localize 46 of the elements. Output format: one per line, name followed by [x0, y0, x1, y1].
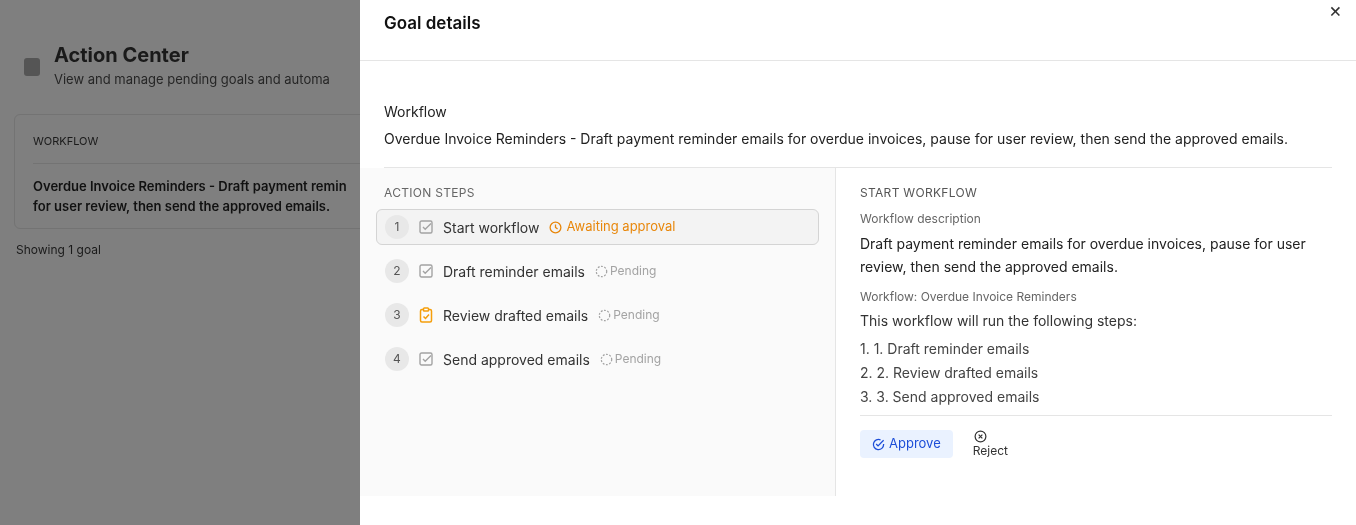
status-text: Pending [614, 350, 662, 368]
status-text: Pending [610, 262, 657, 280]
checkbox-icon [419, 220, 433, 234]
dashed-circle-icon [599, 352, 613, 366]
step-item[interactable]: 2 Draft reminder emails Pending [376, 253, 819, 289]
step-list-item: 3. 3. Send approved emails [860, 387, 1041, 407]
description-text: Draft payment reminder emails for overdue invoices, pause for user review, then send the approved emails. [860, 234, 1307, 277]
step-label: Start workflow [443, 217, 540, 238]
status-text: Pending [613, 306, 660, 324]
step-list-item: 1. 1. Draft reminder emails [860, 339, 1031, 359]
dashed-circle-icon [598, 308, 612, 322]
step-number: 2 [385, 259, 409, 283]
table-cell-text: Overdue Invoice Reminders - Draft payment remin for user review, then send the approved emails. [33, 176, 348, 216]
step-number: 3 [385, 303, 409, 327]
clock-icon [549, 220, 563, 234]
close-button[interactable]: × [1328, 0, 1342, 20]
approve-button[interactable]: Approve [860, 430, 953, 458]
step-item[interactable]: 4 Send approved emails Pending [376, 341, 819, 377]
check-circle-icon [872, 437, 885, 451]
status-text: Awaiting approval [566, 217, 676, 237]
step-item[interactable]: 1 Start workflow Awaiting approval [376, 209, 819, 245]
clipboard-check-icon [419, 307, 433, 323]
section-heading: ACTION STEPS [383, 184, 476, 202]
field-label: Workflow description [860, 210, 982, 228]
dialog-title: Goal details [384, 12, 481, 35]
section-label: Workflow [384, 102, 448, 122]
step-label: Draft reminder emails [443, 261, 585, 282]
step-number: 1 [385, 215, 409, 239]
checkbox-icon [419, 352, 433, 366]
step-label: Review drafted emails [443, 305, 589, 326]
dashed-circle-icon [595, 264, 608, 278]
step-list-item: 2. 2. Review drafted emails [860, 363, 1040, 383]
x-circle-icon [973, 430, 987, 443]
column-header: WORKFLOW [33, 133, 99, 148]
page-title: Action Center [54, 42, 190, 69]
section-heading: START WORKFLOW [860, 184, 979, 202]
step-label: Send approved emails [443, 349, 590, 370]
checkbox-icon [419, 264, 433, 278]
step-item[interactable]: 3 Review drafted emails Pending [376, 297, 819, 333]
field-label: Workflow: Overdue Invoice Reminders [860, 288, 1078, 306]
page-subtitle: View and manage pending goals and automa [54, 70, 330, 89]
step-number: 4 [385, 347, 409, 371]
result-count: Showing 1 goal [16, 240, 102, 259]
reject-button[interactable]: Reject [972, 430, 1008, 459]
workflow-description: Overdue Invoice Reminders - Draft payment reminder emails for overdue invoices, pause for user review, then send the approved emails. [384, 129, 1289, 149]
intro-text: This workflow will run the following steps: [860, 311, 1138, 331]
